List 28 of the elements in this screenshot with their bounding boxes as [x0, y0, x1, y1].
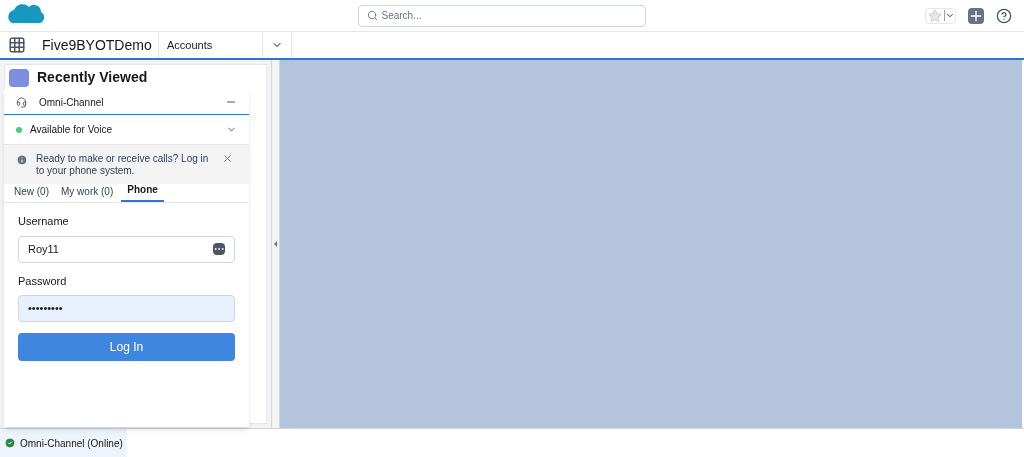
utility-bar-item[interactable]: Omni-Channel (Online) [0, 429, 127, 457]
password-field[interactable]: ••••••••• [18, 295, 235, 322]
star-icon[interactable] [928, 8, 942, 23]
headset-icon [16, 96, 27, 108]
list-view-title[interactable]: Recently Viewed [37, 69, 148, 85]
panel-tab[interactable]: Phone [121, 182, 164, 202]
panel-tab[interactable]: New (0) [10, 184, 53, 202]
login-button[interactable]: Log In [18, 333, 235, 361]
nav-tab[interactable]: Accounts [158, 32, 262, 58]
username-field[interactable]: Roy11 [18, 235, 235, 263]
password-manager-icon[interactable] [213, 243, 225, 255]
password-label: Password [18, 273, 68, 289]
panel-tab[interactable]: My work (0) [57, 184, 118, 202]
favorites-button[interactable] [925, 7, 956, 24]
list-icon [9, 69, 29, 87]
notice-text: Ready to make or receive calls? Log in to your phone system. [36, 153, 210, 177]
panel-title: Omni-Channel [39, 95, 105, 110]
username-label: Username [18, 214, 70, 229]
close-icon[interactable] [222, 153, 233, 164]
app-name: Five9BYOTDemo [41, 36, 153, 54]
help-icon[interactable] [996, 7, 1012, 24]
add-icon[interactable] [968, 7, 984, 24]
search-field[interactable]: Search... [357, 4, 646, 27]
app-launcher-icon[interactable] [8, 36, 26, 54]
caret-icon[interactable] [944, 10, 955, 21]
search-icon [366, 10, 378, 21]
check-circle-icon [4, 437, 16, 449]
info-icon [16, 154, 28, 166]
